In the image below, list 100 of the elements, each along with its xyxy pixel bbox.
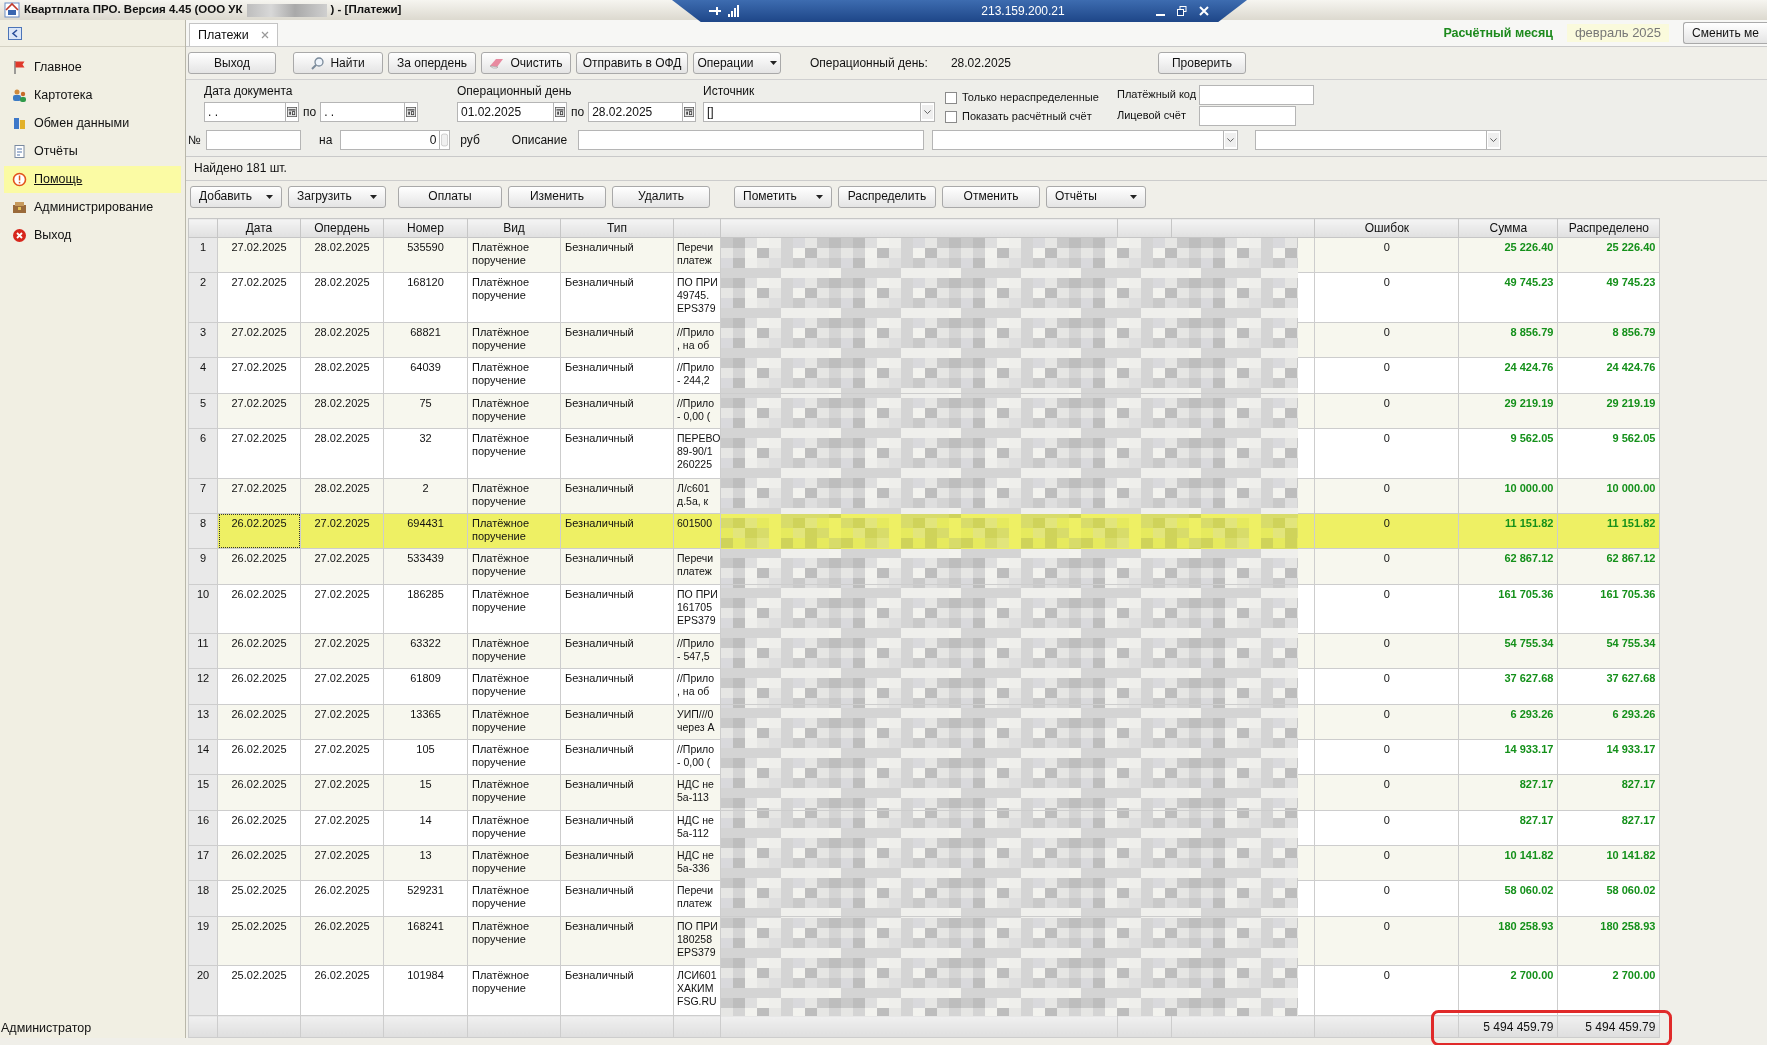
toolbar-button[interactable]: Добавить [190, 185, 282, 208]
sidebar-item[interactable]: Администрирование [4, 194, 181, 221]
table-cell: 26.02.2025 [217, 704, 301, 740]
table-cell: Безналичный [560, 584, 674, 634]
date-field[interactable]: 01.02.2025 [457, 102, 554, 123]
source-dropdown[interactable]: [] [703, 102, 921, 123]
column-header[interactable]: Опердень [300, 218, 384, 238]
input-field[interactable] [1199, 106, 1296, 126]
table-cell: 3 [188, 322, 218, 358]
input-field[interactable] [206, 130, 301, 150]
toolbar-button[interactable]: Оплаты [398, 185, 502, 208]
table-cell: Платёжное поручение [467, 704, 561, 740]
dropdown-field[interactable] [931, 130, 1224, 150]
caret-icon [266, 194, 273, 199]
table-cell: 161 705.36 [1557, 584, 1660, 634]
window-title: ) - [Платежи] [330, 3, 402, 17]
column-header[interactable]: Дата [217, 218, 301, 238]
table-cell: 0 [1314, 916, 1459, 966]
calendar-icon[interactable] [286, 102, 299, 123]
table-cell: Платёжное поручение [467, 322, 561, 358]
table-cell: Безналичный [560, 880, 674, 917]
table-cell: 4 [188, 357, 218, 394]
column-header[interactable]: Вид [467, 218, 561, 238]
toolbar-button[interactable]: Выход [188, 52, 276, 74]
table-cell: 186285 [383, 584, 468, 634]
tab[interactable]: Платежи [189, 23, 278, 46]
toolbar-button[interactable]: Удалить [612, 185, 710, 208]
op-day-label: Операционный день: [810, 55, 928, 71]
table-cell: 0 [1314, 548, 1459, 584]
sidebar-item[interactable]: Главное [4, 54, 181, 81]
column-header[interactable]: Сумма [1458, 218, 1558, 238]
column-header[interactable]: Ошибок [1314, 218, 1459, 238]
table-cell: Безналичный [560, 668, 674, 705]
caret-icon [370, 194, 377, 199]
table-cell: 14 [383, 810, 468, 846]
input-field[interactable] [1199, 85, 1314, 105]
toolbar-button[interactable]: Распределить [838, 185, 936, 208]
table-cell: 17 [188, 845, 218, 881]
dropdown-arrow-icon[interactable] [921, 102, 935, 123]
column-header[interactable]: Тип [560, 218, 674, 238]
table-cell: Платёжное поручение [467, 584, 561, 634]
input-field[interactable] [577, 130, 924, 150]
table-cell: Перечи платеж [673, 237, 721, 273]
check-button[interactable]: Проверить [1158, 52, 1246, 74]
table-cell: 27.02.2025 [217, 357, 301, 394]
toolbar-button[interactable]: Отправить в ОФД [576, 52, 688, 74]
table-cell: 26.02.2025 [300, 965, 384, 1016]
date-field[interactable]: 28.02.2025 [588, 102, 684, 123]
table-cell: 18 [188, 880, 218, 917]
table-cell: 28.02.2025 [300, 478, 384, 514]
table-cell: 0 [1314, 810, 1459, 846]
date-field[interactable]: . . [204, 102, 286, 123]
header-cell [673, 218, 721, 238]
table-cell: 2 700.00 [1557, 965, 1660, 1016]
sidebar-item[interactable]: Отчёты [4, 138, 181, 165]
table-cell: 10 000.00 [1458, 478, 1558, 514]
change-period-button[interactable]: Сменить ме [1683, 22, 1767, 44]
toolbar-button[interactable]: Пометить [734, 185, 832, 208]
dropdown-field[interactable] [1254, 130, 1487, 150]
table-cell: 58 060.02 [1557, 880, 1660, 917]
toolbar-button[interactable]: Операции [693, 52, 781, 74]
table-cell: 29 219.19 [1557, 393, 1660, 429]
amount-field[interactable]: 0 [340, 130, 441, 150]
sidebar-item[interactable]: Картотека [4, 82, 181, 109]
table-cell: 62 867.12 [1458, 548, 1558, 584]
table-cell: 13 [188, 704, 218, 740]
table-cell: 0 [1314, 357, 1459, 394]
sidebar-item[interactable]: Выход [4, 222, 181, 249]
app-icon [4, 2, 20, 18]
calendar-icon[interactable] [405, 102, 419, 123]
toolbar-button[interactable]: Отчёты [1046, 185, 1146, 208]
table-cell: 25.02.2025 [217, 880, 301, 917]
table-cell: Безналичный [560, 322, 674, 358]
spinner-icon[interactable] [440, 130, 451, 150]
column-header[interactable]: Распределено [1557, 218, 1660, 238]
calendar-icon[interactable] [554, 102, 567, 123]
table-cell: 61809 [383, 668, 468, 705]
toolbar-button[interactable]: Загрузить [288, 185, 386, 208]
toolbar-button[interactable]: Найти [293, 52, 383, 74]
checkbox[interactable] [945, 110, 957, 123]
column-header[interactable]: Номер [383, 218, 468, 238]
date-field[interactable]: . . [320, 102, 406, 123]
table-cell: Безналичный [560, 393, 674, 429]
table-cell: 26.02.2025 [300, 916, 384, 966]
toolbar-button[interactable]: Изменить [508, 185, 606, 208]
sidebar-item[interactable]: Обмен данными [4, 110, 181, 137]
search-icon [311, 56, 325, 70]
table-cell: ПО ПРИ 180258 EPS379 [673, 916, 721, 966]
toolbar-button[interactable]: За опердень [388, 52, 476, 74]
table-cell: Безналичный [560, 916, 674, 966]
checkbox[interactable] [945, 91, 957, 104]
pin-icon[interactable] [708, 5, 722, 17]
calendar-icon[interactable] [683, 102, 697, 123]
toolbar-button[interactable]: Очистить [481, 52, 571, 74]
table-cell: Платёжное поручение [467, 880, 561, 917]
panel-toggle-icon[interactable] [8, 26, 22, 40]
toolbar-button[interactable]: Отменить [942, 185, 1040, 208]
sidebar-item[interactable]: Помощь [4, 166, 181, 193]
table-cell: 10 141.82 [1557, 845, 1660, 881]
restore-icon[interactable] [1177, 6, 1187, 16]
